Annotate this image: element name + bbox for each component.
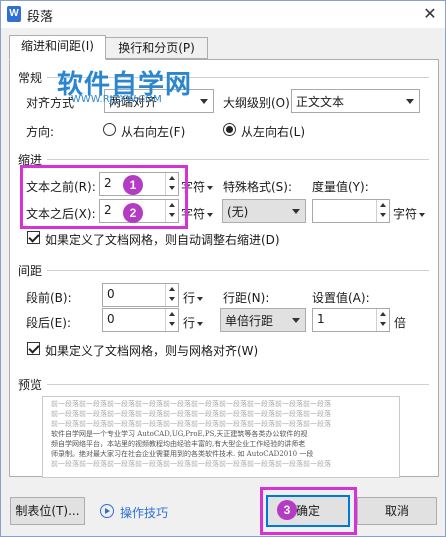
spin-buttons[interactable]	[376, 200, 389, 222]
setting-value-unit: 倍	[394, 316, 407, 330]
spacing-before-label: 段前(B):	[26, 291, 72, 305]
watermark-url: WWW.RJZXW.COM	[71, 94, 162, 105]
step-badge-3: 3	[277, 500, 297, 520]
preview-sample-line: 软件自学网是一个专业学习 AutoCAD,UG,ProE,PS,天正建筑等各类办…	[51, 430, 308, 438]
dialog-title: 段落	[27, 10, 54, 25]
preview-prev-line: 前一段落前一段落前一段落前一段落前一段落前一段落前一段落前一段落前一段落前一段落	[51, 400, 331, 408]
section-divider	[47, 270, 429, 271]
chevron-down-icon	[292, 318, 300, 323]
spacing-before-input[interactable]: 0	[102, 283, 179, 307]
paragraph-dialog: W 段落 ✕ 缩进和间距(I) 换行和分页(P) 常规 对齐方式 两端对齐 大纲…	[0, 0, 446, 537]
ok-highlight-box	[260, 487, 357, 535]
spin-down-icon	[169, 322, 175, 326]
spin-buttons[interactable]	[165, 309, 178, 331]
play-circle-icon[interactable]	[100, 504, 114, 518]
direction-label: 方向:	[26, 125, 55, 139]
spin-down-icon	[169, 297, 175, 301]
chevron-down-icon	[406, 99, 414, 104]
outline-level-label: 大纲级别(O):	[223, 96, 294, 110]
indent-highlight-box	[20, 165, 188, 229]
step-badge-2: 2	[123, 203, 143, 223]
special-format-label: 特殊格式(S):	[223, 180, 293, 194]
caret-down-icon	[419, 212, 426, 217]
spacing-after-label: 段后(E):	[26, 316, 71, 330]
chevron-down-icon	[292, 209, 300, 214]
auto-adjust-right-indent-label: 如果定义了文档网格，则自动调整右缩进(D)	[45, 233, 280, 247]
wps-writer-icon: W	[7, 6, 21, 22]
tips-link[interactable]: 操作技巧	[120, 504, 168, 521]
section-divider	[47, 159, 429, 160]
snap-to-grid-label: 如果定义了文档网格，则与网格对齐(W)	[45, 344, 259, 358]
spin-up-icon	[380, 203, 386, 207]
spin-down-icon	[380, 213, 386, 217]
spin-buttons[interactable]	[376, 309, 389, 331]
setting-value-value: 1	[317, 312, 325, 326]
setting-value-label: 设置值(A):	[312, 291, 370, 305]
section-general-title: 常规	[18, 71, 43, 85]
caret-down-icon	[197, 296, 204, 301]
spacing-before-unit[interactable]: 行	[183, 289, 204, 306]
section-spacing-title: 间距	[18, 264, 43, 278]
ltr-radio[interactable]	[223, 123, 236, 136]
close-button[interactable]: ✕	[415, 1, 445, 27]
special-format-select[interactable]: (无)	[222, 199, 306, 223]
rtl-label: 从右向左(F)	[121, 125, 186, 139]
line-spacing-value: 单倍行距	[225, 314, 274, 328]
spacing-before-value: 0	[107, 287, 115, 301]
preview-prev-line: 前一段落前一段落前一段落前一段落前一段落前一段落前一段落前一段落前一段落前一段落	[51, 410, 331, 418]
preview-sample-line: 师录制。绝对最大家习在社会企业需要用到的各类软件技术. 如 AutoCAD201…	[51, 450, 314, 458]
caret-down-icon	[207, 212, 214, 217]
measure-label: 度量值(Y):	[312, 180, 369, 194]
step-badge-1: 1	[123, 175, 143, 195]
preview-next-line: 前一段落前一段落前一段落前一段落前一段落前一段落前一段落前一段落前一段落前一段落	[51, 460, 331, 468]
special-format-value: (无)	[227, 205, 249, 219]
spacing-after-value: 0	[107, 312, 115, 326]
title-bar: W 段落 ✕	[1, 1, 445, 28]
preview-sample-line: 频自学网络平台，本站里的视频教程均由经验丰富的,有大型企业工作经验的讲师老	[51, 440, 306, 448]
paragraph-preview: 前一段落前一段落前一段落前一段落前一段落前一段落前一段落前一段落前一段落前一段落…	[42, 396, 400, 478]
outline-level-select[interactable]: 正文文本	[291, 89, 420, 113]
measure-input[interactable]	[312, 199, 390, 223]
spin-up-icon	[169, 312, 175, 316]
section-divider	[47, 384, 429, 385]
ltr-label: 从左向右(L)	[241, 125, 306, 139]
snap-to-grid-checkbox[interactable]	[27, 342, 40, 355]
auto-adjust-right-indent-checkbox[interactable]	[27, 231, 40, 244]
setting-value-input[interactable]: 1	[312, 308, 390, 332]
tab-indent-spacing[interactable]: 缩进和间距(I)	[9, 35, 106, 60]
chevron-down-icon	[200, 99, 208, 104]
tab-line-page-breaks[interactable]: 换行和分页(P)	[105, 37, 208, 59]
spacing-after-unit[interactable]: 行	[183, 314, 204, 331]
spacing-after-unit-text: 行	[183, 316, 196, 330]
line-spacing-label: 行距(N):	[223, 291, 270, 305]
spin-down-icon	[380, 322, 386, 326]
spacing-after-input[interactable]: 0	[102, 308, 179, 332]
measure-unit-text: 字符	[393, 207, 418, 221]
cancel-button[interactable]: 取消	[357, 497, 437, 525]
outline-level-value: 正文文本	[296, 95, 345, 109]
spin-buttons[interactable]	[165, 284, 178, 306]
line-spacing-select[interactable]: 单倍行距	[220, 308, 306, 332]
section-preview-title: 预览	[18, 378, 43, 392]
spin-up-icon	[169, 287, 175, 291]
rtl-radio[interactable]	[103, 123, 116, 136]
caret-down-icon	[197, 321, 204, 326]
preview-prev-line: 前一段落前一段落前一段落前一段落前一段落前一段落前一段落前一段落前一段落前一段落	[51, 420, 331, 428]
tab-stops-button[interactable]: 制表位(T)...	[10, 497, 85, 525]
spin-up-icon	[380, 312, 386, 316]
measure-unit[interactable]: 字符	[393, 205, 426, 222]
spacing-before-unit-text: 行	[183, 291, 196, 305]
caret-down-icon	[207, 185, 214, 190]
